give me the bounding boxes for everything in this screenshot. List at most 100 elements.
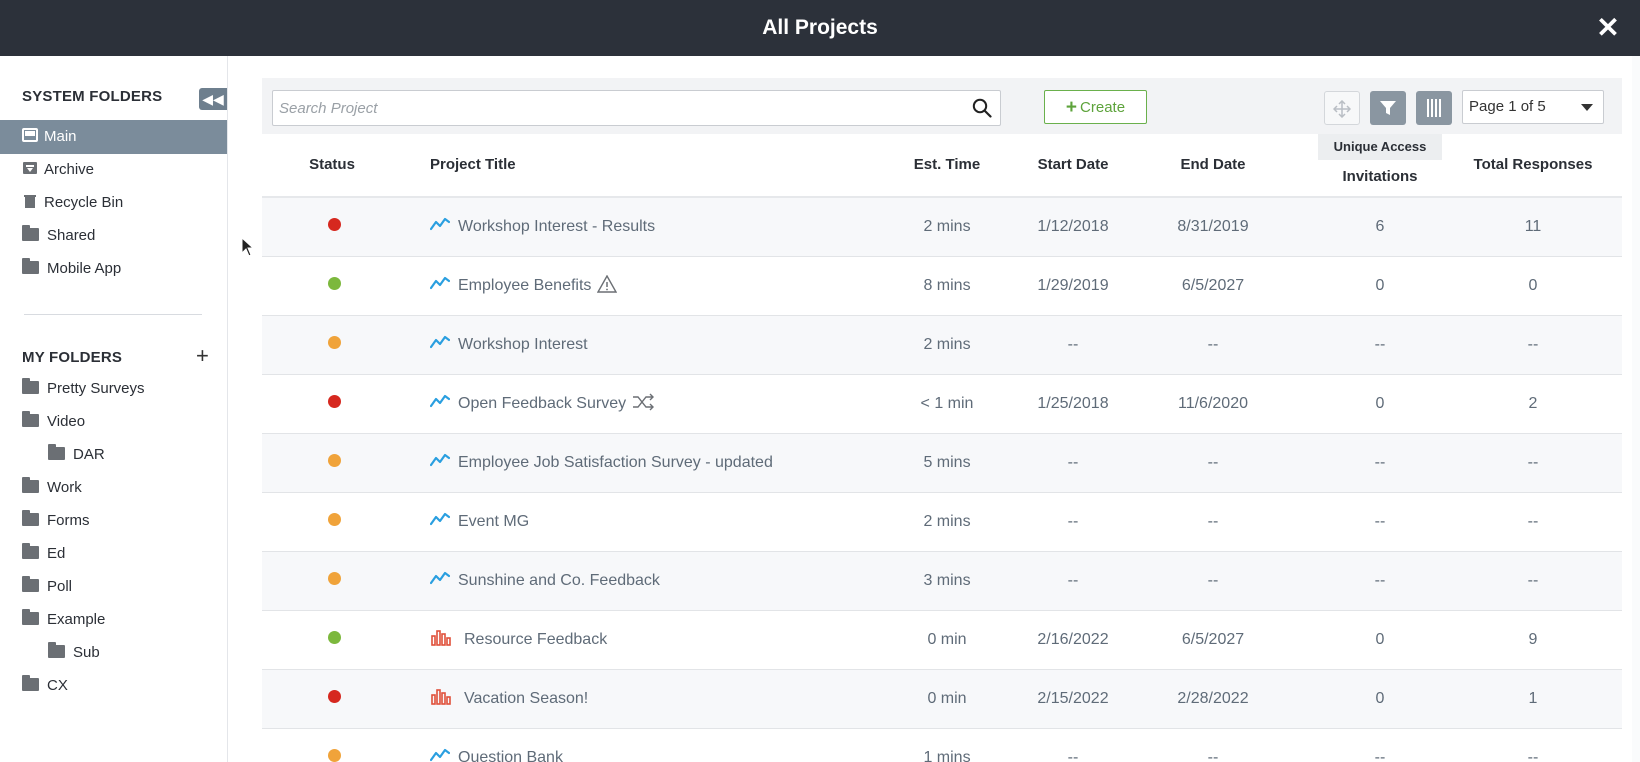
end-date-cell: 8/31/2019 — [1177, 218, 1249, 235]
folder-item-pretty-surveys[interactable]: Pretty Surveys — [0, 372, 227, 406]
table-row[interactable]: Question Bank 1 mins -- -- -- -- — [262, 729, 1622, 762]
search-input[interactable] — [273, 91, 953, 125]
sidebar-item-shared[interactable]: Shared — [0, 219, 227, 253]
scrollbar[interactable] — [1632, 56, 1640, 762]
folder-item-forms[interactable]: Forms — [0, 504, 227, 538]
project-title-link[interactable]: Workshop Interest - Results — [430, 198, 655, 256]
status-dot-icon — [328, 749, 341, 762]
project-title-link[interactable]: Workshop Interest — [430, 316, 588, 374]
end-date-cell: 6/5/2027 — [1181, 631, 1245, 648]
folder-item-video[interactable]: Video — [0, 405, 227, 439]
folder-icon — [22, 575, 39, 592]
project-title-link[interactable]: Sunshine and Co. Feedback — [430, 552, 660, 610]
add-folder-button[interactable]: + — [196, 345, 209, 367]
table-row[interactable]: Workshop Interest 2 mins -- -- -- -- — [262, 316, 1622, 375]
chevron-down-icon — [1581, 104, 1593, 111]
est-time-cell: 2 mins — [923, 336, 971, 353]
title-bar: All Projects ✕ — [0, 0, 1640, 56]
est-time-cell: 3 mins — [923, 572, 971, 589]
page-select[interactable]: Page 1 of 5 — [1462, 90, 1604, 124]
folder-item-label: Pretty Surveys — [47, 380, 145, 397]
project-title-link[interactable]: Employee Benefits — [430, 257, 618, 315]
create-button[interactable]: + Create — [1044, 90, 1147, 124]
project-title-link[interactable]: Vacation Season! — [430, 670, 588, 728]
project-title-link[interactable]: Employee Job Satisfaction Survey - updat… — [430, 434, 773, 492]
folder-icon — [22, 674, 39, 691]
invitations-cell: -- — [1374, 749, 1386, 762]
end-date-cell: 11/6/2020 — [1178, 395, 1248, 412]
est-time-cell: 2 mins — [923, 513, 971, 530]
column-header-est-time[interactable]: Est. Time — [902, 134, 992, 196]
folder-item-example[interactable]: Example — [0, 603, 227, 637]
warning-icon — [597, 274, 618, 293]
start-date-cell: 1/29/2019 — [1037, 277, 1109, 294]
table-row[interactable]: Resource Feedback 0 min 2/16/2022 6/5/2027 0… — [262, 611, 1622, 670]
create-button-label: Create — [1080, 99, 1126, 116]
total-responses-cell: 0 — [1528, 277, 1538, 294]
filter-button[interactable] — [1370, 91, 1406, 125]
start-date-cell: 2/16/2022 — [1037, 631, 1109, 648]
est-time-cell: 0 min — [927, 631, 967, 648]
collapse-sidebar-button[interactable]: ◀◀ — [199, 88, 227, 110]
columns-icon — [1427, 99, 1441, 117]
table-row[interactable]: Employee Job Satisfaction Survey - updat… — [262, 434, 1622, 493]
table-row[interactable]: Open Feedback Survey < 1 min 1/25/2018 11/6… — [262, 375, 1622, 434]
table-row[interactable]: Event MG 2 mins -- -- -- -- — [262, 493, 1622, 552]
column-header-status[interactable]: Status — [296, 134, 368, 196]
trend-icon — [430, 748, 450, 761]
trash-icon — [24, 195, 36, 209]
search-icon[interactable] — [972, 98, 992, 118]
column-header-end-date[interactable]: End Date — [1158, 134, 1268, 196]
project-title-link[interactable]: Question Bank — [430, 729, 563, 762]
start-date-cell: -- — [1067, 454, 1079, 471]
filter-icon — [1380, 101, 1396, 115]
folder-item-dar[interactable]: DAR — [0, 438, 227, 472]
status-dot-icon — [328, 395, 341, 408]
folder-item-work[interactable]: Work — [0, 471, 227, 505]
table-row[interactable]: Workshop Interest - Results 2 mins 1/12/20… — [262, 198, 1622, 257]
table-row[interactable]: Vacation Season! 0 min 2/15/2022 2/28/2022 0… — [262, 670, 1622, 729]
folder-item-ed[interactable]: Ed — [0, 537, 227, 571]
sidebar-item-main[interactable]: Main — [0, 120, 227, 154]
start-date-cell: -- — [1067, 749, 1079, 762]
sidebar-divider — [24, 314, 202, 315]
columns-button[interactable] — [1416, 91, 1452, 125]
move-button[interactable] — [1324, 91, 1360, 125]
project-title-text: Employee Job Satisfaction Survey - updat… — [458, 454, 773, 471]
folder-item-label: DAR — [73, 446, 105, 463]
sidebar-item-recycle-bin[interactable]: Recycle Bin — [0, 186, 227, 220]
folder-icon — [48, 641, 65, 658]
sidebar-item-archive[interactable]: Archive — [0, 153, 227, 187]
est-time-cell: < 1 min — [920, 395, 974, 412]
project-title-link[interactable]: Open Feedback Survey — [430, 375, 656, 433]
folder-icon — [22, 509, 39, 526]
folder-item-cx[interactable]: CX — [0, 669, 227, 703]
invitations-cell: -- — [1374, 454, 1386, 471]
folder-item-label: Work — [47, 479, 82, 496]
project-title-text: Sunshine and Co. Feedback — [458, 572, 660, 589]
status-dot-icon — [328, 277, 341, 290]
status-dot-icon — [328, 336, 341, 349]
column-header-start-date[interactable]: Start Date — [1018, 134, 1128, 196]
folder-item-poll[interactable]: Poll — [0, 570, 227, 604]
project-title-link[interactable]: Resource Feedback — [430, 611, 607, 669]
invitations-cell: 0 — [1375, 690, 1385, 707]
column-header-project-title[interactable]: Project Title — [430, 134, 630, 196]
sidebar: SYSTEM FOLDERS ◀◀ Main Archive Recycle Bin… — [0, 56, 228, 762]
folder-item-sub[interactable]: Sub — [0, 636, 227, 670]
sidebar-item-mobile-app[interactable]: Mobile App — [0, 252, 227, 286]
column-header-invitations[interactable]: Invitations — [1318, 164, 1442, 190]
project-title-link[interactable]: Event MG — [430, 493, 529, 551]
est-time-cell: 8 mins — [923, 277, 971, 294]
close-icon[interactable]: ✕ — [1594, 14, 1622, 42]
column-header-total-responses[interactable]: Total Responses — [1458, 134, 1608, 196]
total-responses-cell: -- — [1527, 336, 1539, 353]
sidebar-item-label: Mobile App — [47, 260, 122, 277]
project-title-text: Resource Feedback — [464, 631, 608, 648]
table-row[interactable]: Sunshine and Co. Feedback 3 mins -- -- -- -- — [262, 552, 1622, 611]
end-date-cell: 2/28/2022 — [1177, 690, 1249, 707]
table-row[interactable]: Employee Benefits 8 mins 1/29/2019 6/5/2027… — [262, 257, 1622, 316]
folder-item-label: CX — [47, 677, 68, 694]
project-title-text: Employee Benefits — [458, 277, 592, 294]
inbox-icon — [22, 128, 38, 143]
